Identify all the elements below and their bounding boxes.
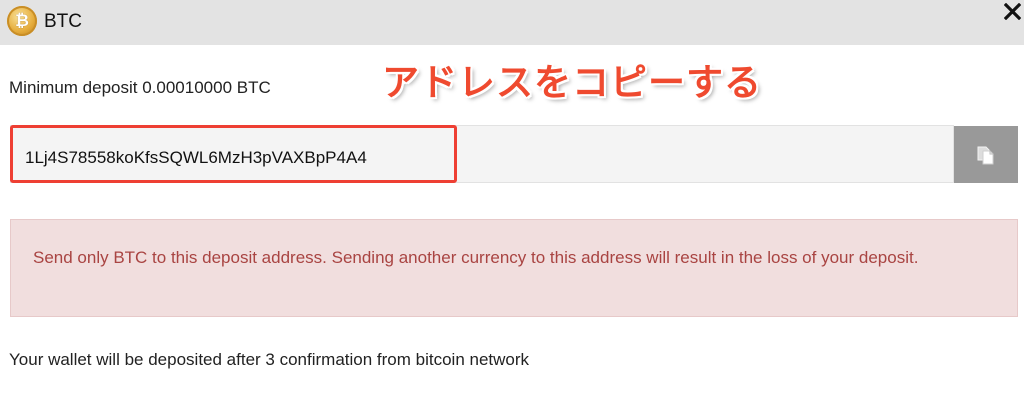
close-icon[interactable]: [1004, 3, 1021, 20]
copy-address-annotation: アドレスをコピーする: [382, 61, 762, 104]
modal-title: BTC: [44, 11, 82, 32]
address-highlight-box: [10, 125, 457, 183]
copy-address-button[interactable]: [954, 126, 1018, 183]
minimum-deposit-label: Minimum deposit 0.00010000 BTC: [9, 78, 271, 97]
bitcoin-coin-icon: ₿: [7, 6, 37, 36]
modal-header: ₿ BTC: [0, 0, 1024, 45]
confirmation-note: Your wallet will be deposited after 3 co…: [9, 350, 530, 369]
copy-icon: [977, 146, 994, 165]
warning-alert: Send only BTC to this deposit address. S…: [10, 219, 1018, 317]
warning-alert-text: Send only BTC to this deposit address. S…: [33, 248, 919, 267]
bitcoin-symbol: ₿: [15, 11, 29, 31]
